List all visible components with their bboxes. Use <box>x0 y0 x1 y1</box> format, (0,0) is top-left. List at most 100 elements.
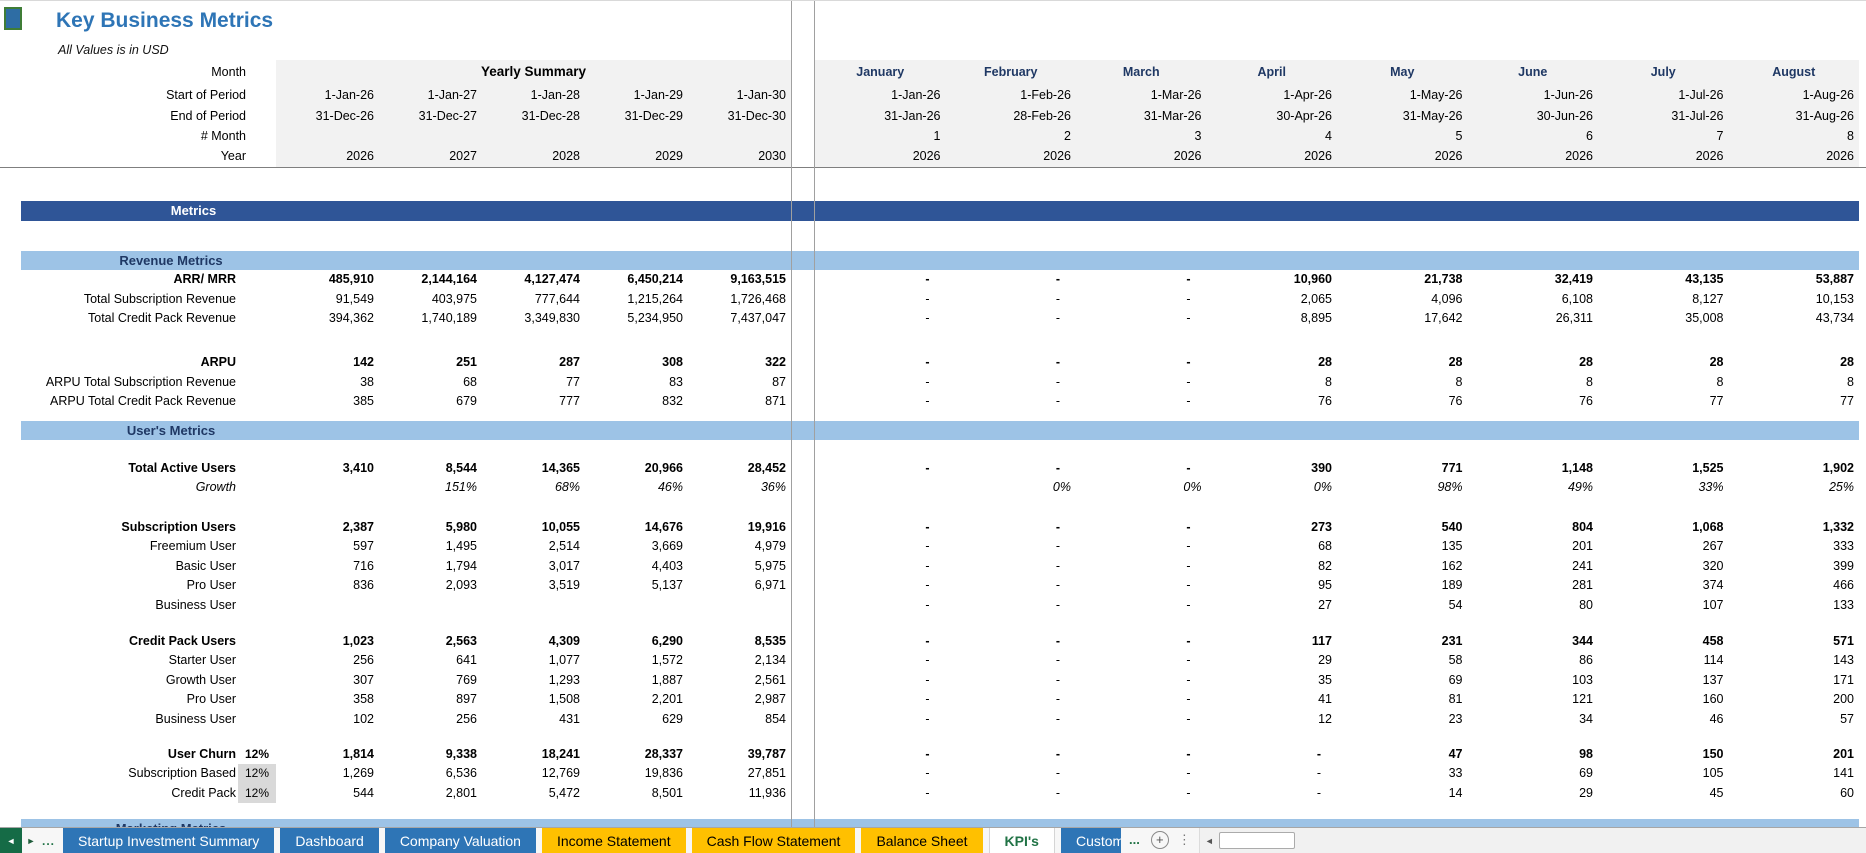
data-cell-yearly[interactable]: 1,023 <box>276 632 379 652</box>
data-cell-monthly[interactable]: - <box>946 784 1077 804</box>
header-month-name[interactable]: May <box>1337 60 1468 84</box>
data-cell-monthly[interactable]: 8 <box>1337 373 1468 393</box>
data-cell-yearly[interactable]: 716 <box>276 557 379 577</box>
data-cell-monthly[interactable]: - <box>815 784 946 804</box>
header-yearly-cell[interactable] <box>379 127 482 146</box>
header-yearly-cell[interactable]: 2027 <box>379 146 482 167</box>
data-cell-monthly[interactable]: - <box>1076 392 1207 412</box>
sheet-tab-custom[interactable]: Custom <box>1060 828 1121 853</box>
churn-rate-badge[interactable]: 12% <box>238 764 276 784</box>
header-monthly-cell[interactable]: 31-Mar-26 <box>1076 106 1207 127</box>
data-cell-monthly[interactable]: 320 <box>1598 557 1729 577</box>
data-cell-monthly[interactable]: 47 <box>1337 745 1468 765</box>
data-cell-monthly[interactable]: - <box>815 745 946 765</box>
data-cell-monthly[interactable]: - <box>1076 651 1207 671</box>
data-cell-monthly[interactable]: 1,332 <box>1729 518 1860 538</box>
data-cell-monthly[interactable]: - <box>1076 270 1207 290</box>
data-cell-yearly[interactable]: 2,144,164 <box>379 270 482 290</box>
data-cell-monthly[interactable]: 133 <box>1729 596 1860 616</box>
data-cell-monthly[interactable]: - <box>946 537 1077 557</box>
header-monthly-cell[interactable]: 28-Feb-26 <box>945 106 1076 127</box>
row-label[interactable]: Pro User <box>0 576 238 596</box>
data-cell-monthly[interactable]: - <box>1207 745 1338 765</box>
data-cell-monthly[interactable]: - <box>946 764 1077 784</box>
data-cell-yearly[interactable]: 91,549 <box>276 290 379 310</box>
sheet-tab-income-statement[interactable]: Income Statement <box>541 828 686 853</box>
header-yearly-cell[interactable]: 31-Dec-30 <box>688 106 791 127</box>
data-cell-yearly[interactable]: 3,349,830 <box>482 309 585 329</box>
data-cell-monthly[interactable]: - <box>946 745 1077 765</box>
data-cell-monthly[interactable]: - <box>815 518 946 538</box>
data-cell-monthly[interactable]: 344 <box>1468 632 1599 652</box>
data-cell-yearly[interactable]: 394,362 <box>276 309 379 329</box>
data-cell-monthly[interactable]: - <box>946 392 1077 412</box>
data-cell-monthly[interactable]: - <box>1207 764 1338 784</box>
header-monthly-cell[interactable]: 2026 <box>815 146 946 167</box>
data-cell-yearly[interactable]: 7,437,047 <box>688 309 791 329</box>
header-yearly-cell[interactable]: 1-Jan-26 <box>276 84 379 106</box>
data-cell-monthly[interactable]: - <box>946 518 1077 538</box>
data-cell-monthly[interactable]: 466 <box>1729 576 1860 596</box>
data-cell-monthly[interactable]: 2,065 <box>1207 290 1338 310</box>
data-cell-yearly[interactable]: 18,241 <box>482 745 585 765</box>
data-cell-monthly[interactable]: - <box>1076 576 1207 596</box>
data-cell-monthly[interactable]: 374 <box>1598 576 1729 596</box>
data-cell-monthly[interactable]: 121 <box>1468 690 1599 710</box>
sheet-tab-dashboard[interactable]: Dashboard <box>280 828 379 853</box>
row-label[interactable]: Credit Pack <box>0 784 238 804</box>
header-yearly-cell[interactable]: 2026 <box>276 146 379 167</box>
data-cell-monthly[interactable]: - <box>1076 518 1207 538</box>
data-cell-monthly[interactable]: 33 <box>1337 764 1468 784</box>
data-cell-monthly[interactable]: 267 <box>1598 537 1729 557</box>
data-cell-yearly[interactable]: 5,975 <box>688 557 791 577</box>
data-cell-monthly[interactable]: 23 <box>1337 710 1468 730</box>
data-cell-monthly[interactable]: 77 <box>1729 392 1860 412</box>
data-cell-monthly[interactable]: - <box>1076 764 1207 784</box>
data-cell-yearly[interactable]: 679 <box>379 392 482 412</box>
row-label[interactable]: Subscription Based <box>0 764 238 784</box>
data-cell-monthly[interactable]: 49% <box>1468 478 1599 498</box>
data-cell-monthly[interactable]: 77 <box>1598 392 1729 412</box>
row-label[interactable]: Growth User <box>0 671 238 691</box>
data-cell-yearly[interactable]: 14,676 <box>585 518 688 538</box>
data-cell-monthly[interactable]: - <box>815 309 946 329</box>
data-cell-yearly[interactable]: 322 <box>688 353 791 373</box>
data-cell-monthly[interactable]: - <box>815 710 946 730</box>
data-cell-yearly[interactable]: 836 <box>276 576 379 596</box>
header-monthly-cell[interactable]: 31-Jan-26 <box>815 106 946 127</box>
data-cell-yearly[interactable]: 9,163,515 <box>688 270 791 290</box>
data-cell-yearly[interactable]: 19,836 <box>585 764 688 784</box>
data-cell-monthly[interactable]: 43,135 <box>1598 270 1729 290</box>
data-cell-monthly[interactable]: - <box>815 537 946 557</box>
data-cell-monthly[interactable]: - <box>946 459 1077 479</box>
header-monthly-cell[interactable]: 2026 <box>1076 146 1207 167</box>
data-cell-monthly[interactable]: - <box>1076 671 1207 691</box>
data-cell-monthly[interactable]: 54 <box>1337 596 1468 616</box>
data-cell-yearly[interactable]: 308 <box>585 353 688 373</box>
header-monthly-cell[interactable]: 30-Jun-26 <box>1467 106 1598 127</box>
header-monthly-cell[interactable]: 2026 <box>945 146 1076 167</box>
data-cell-yearly[interactable]: 9,338 <box>379 745 482 765</box>
data-cell-monthly[interactable]: 399 <box>1729 557 1860 577</box>
header-monthly-cell[interactable]: 1-Jun-26 <box>1467 84 1598 106</box>
header-monthly-cell[interactable]: 1-Apr-26 <box>1206 84 1337 106</box>
data-cell-monthly[interactable]: - <box>946 290 1077 310</box>
header-monthly-cell[interactable]: 2026 <box>1728 146 1859 167</box>
data-cell-yearly[interactable]: 19,916 <box>688 518 791 538</box>
header-row-label[interactable]: Month <box>0 60 276 84</box>
data-cell-yearly[interactable]: 358 <box>276 690 379 710</box>
data-cell-yearly[interactable]: 385 <box>276 392 379 412</box>
data-cell-yearly[interactable]: 1,887 <box>585 671 688 691</box>
data-cell-monthly[interactable]: 98% <box>1337 478 1468 498</box>
header-yearly-cell[interactable]: 2030 <box>688 146 791 167</box>
data-cell-monthly[interactable]: 35,008 <box>1598 309 1729 329</box>
header-yearly-cell[interactable]: 1-Jan-30 <box>688 84 791 106</box>
data-cell-monthly[interactable]: 241 <box>1468 557 1599 577</box>
data-cell-yearly[interactable]: 597 <box>276 537 379 557</box>
data-cell-yearly[interactable]: 77 <box>482 373 585 393</box>
data-cell-yearly[interactable]: 4,979 <box>688 537 791 557</box>
data-cell-monthly[interactable]: - <box>1076 596 1207 616</box>
data-cell-monthly[interactable]: 171 <box>1729 671 1860 691</box>
data-cell-monthly[interactable]: 162 <box>1337 557 1468 577</box>
header-monthly-cell[interactable]: 2026 <box>1598 146 1729 167</box>
